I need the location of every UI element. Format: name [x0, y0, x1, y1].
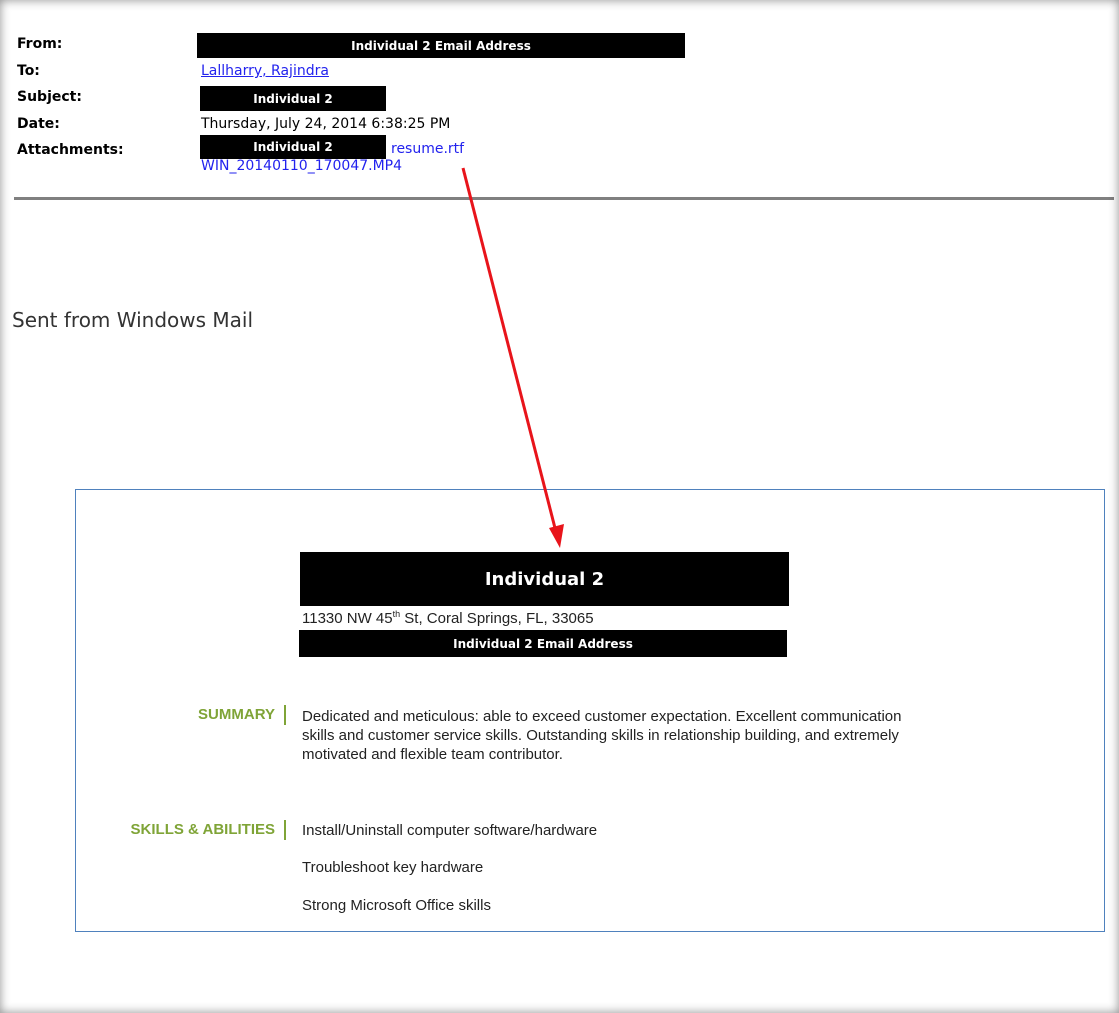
annotation-arrow: [461, 167, 564, 548]
arrow-head: [549, 524, 564, 548]
arrow-shaft: [461, 167, 558, 533]
